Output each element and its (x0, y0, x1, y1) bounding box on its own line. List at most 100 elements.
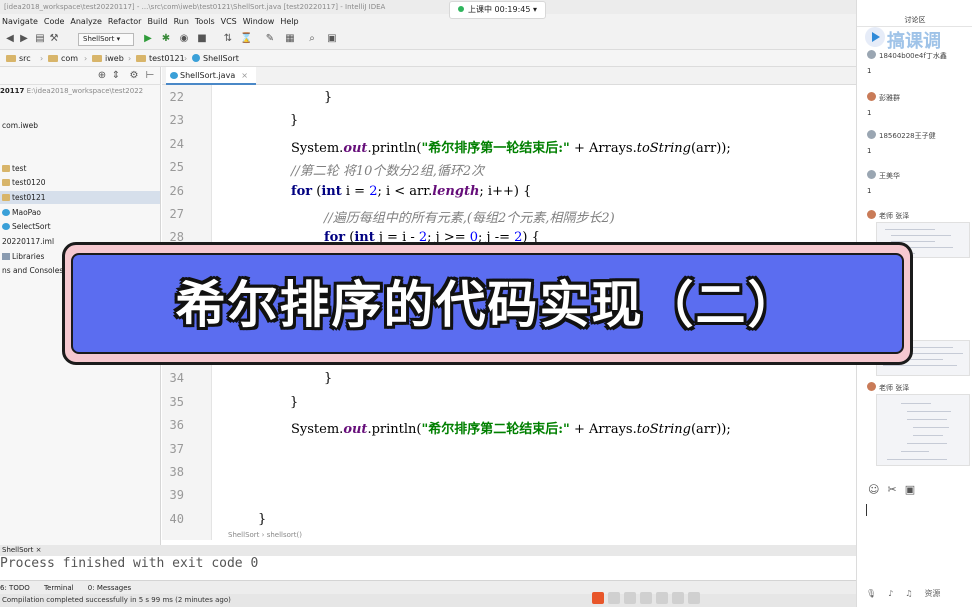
breadcrumb-iweb[interactable]: iweb (92, 50, 124, 67)
line-number: 34 (169, 371, 184, 385)
update-icon[interactable]: ⇅ (222, 33, 234, 45)
forward-icon[interactable]: ▶ (18, 33, 30, 45)
structure-icon[interactable]: ▤ (34, 33, 46, 45)
back-icon[interactable]: ◀ (4, 33, 16, 45)
menu-window[interactable]: Window (240, 14, 278, 30)
menu-tools[interactable]: Tools (192, 14, 218, 30)
line-number: 37 (169, 442, 184, 456)
debug-icon[interactable]: ✱ (160, 33, 172, 45)
editor-crumb-method[interactable]: shellsort() (267, 531, 302, 539)
image-icon[interactable]: ▣ (905, 483, 915, 496)
tasks-icon[interactable]: ▣ (326, 33, 338, 45)
main-toolbar: ◀ ▶ ▤ ⚒ ShellSort ▾ ▶ ✱ ◉ ■ ⇅ ⌛ ✎ ▦ ⌕ ▣ (0, 30, 856, 50)
class-icon (2, 209, 10, 216)
scissors-icon[interactable]: ✂ (887, 483, 896, 496)
tool-window-bar: 6: TODO Terminal 0: Messages (0, 580, 856, 594)
build-hammer-icon[interactable]: ⚒ (48, 33, 60, 45)
stop-icon[interactable]: ■ (196, 33, 208, 45)
tree-item-test0121[interactable]: test0121 (0, 191, 160, 204)
tray-icon[interactable] (640, 592, 652, 604)
tool-tab-messages[interactable]: 0: Messages (88, 581, 131, 595)
tray-icon[interactable] (624, 592, 636, 604)
editor-crumb-class[interactable]: ShellSort (228, 531, 259, 539)
discussion-footer: 🎙 ♪ ♫ 资源 (866, 588, 952, 599)
discussion-header[interactable]: 讨论区 (857, 14, 972, 26)
project-root[interactable]: 20117 E:\idea2018_workspace\test2022 (0, 87, 143, 95)
search-icon[interactable]: ⌕ (306, 33, 318, 45)
tree-item-com-iweb[interactable]: com.iweb (0, 119, 160, 132)
breadcrumb-test0121[interactable]: test0121 (136, 50, 185, 67)
breadcrumb-separator: › (40, 54, 44, 63)
run-icon[interactable]: ▶ (142, 33, 154, 45)
tree-item-test0120[interactable]: test0120 (0, 176, 160, 189)
class-icon (192, 54, 200, 62)
chat-message: 18560228王子健 1 (867, 130, 936, 155)
editor-breadcrumb: ShellSort › shellsort() (228, 531, 302, 539)
collapse-icon[interactable]: ⇕ (110, 70, 122, 82)
menu-build[interactable]: Build (144, 14, 170, 30)
history-icon[interactable]: ⌛ (240, 33, 252, 45)
hide-icon[interactable]: ⊢ (144, 70, 156, 82)
package-icon (2, 194, 10, 201)
avatar (867, 382, 876, 391)
code-screenshot-thumbnail[interactable] (876, 394, 970, 466)
project-structure-icon[interactable]: ▦ (284, 33, 296, 45)
title-banner: 希尔排序的代码实现（二） (62, 242, 913, 365)
chat-message: 18404b00e4f丁水鑫 1 (867, 50, 947, 75)
project-panel-header: ⊕ ⇕ ⚙ ⊢ (0, 67, 161, 85)
menu-code[interactable]: Code (41, 14, 67, 30)
code-line-26: for (int i = 2; i < arr.length; i++) { (291, 184, 532, 199)
breadcrumb-com[interactable]: com (48, 50, 78, 67)
emoji-icon[interactable]: ☺ (868, 483, 879, 496)
chat-input-caret[interactable] (866, 504, 867, 516)
breadcrumb-shellsort[interactable]: ShellSort (192, 50, 239, 67)
resources-link[interactable]: 资源 (924, 589, 940, 598)
close-icon[interactable]: × (241, 71, 248, 80)
tool-tab-terminal[interactable]: Terminal (44, 581, 74, 595)
line-number: 25 (169, 160, 184, 174)
input-method-icon[interactable] (592, 592, 604, 604)
line-number: 39 (169, 488, 184, 502)
run-tab-shellsort[interactable]: ShellSort (2, 546, 33, 554)
tree-item-maopao[interactable]: MaoPao (0, 206, 160, 219)
menu-refactor[interactable]: Refactor (105, 14, 145, 30)
avatar (867, 130, 876, 139)
tree-item-test[interactable]: test (0, 162, 160, 175)
menu-bar: Navigate Code Analyze Refactor Build Run Tools… (0, 14, 856, 30)
tray-icon[interactable] (672, 592, 684, 604)
locate-icon[interactable]: ⊕ (96, 70, 108, 82)
music-icon[interactable]: ♫ (905, 589, 912, 598)
code-line-25: //第二轮 将10个数分2组,循环2次 (291, 164, 485, 179)
code-line-27: //遍历每组中的所有元素,(每组2个元素,相隔步长2) (324, 211, 615, 226)
code-line-22: } (324, 90, 333, 105)
breadcrumb-separator: › (184, 54, 188, 63)
line-number: 27 (169, 207, 184, 221)
menu-help[interactable]: Help (277, 14, 301, 30)
console-output: Process finished with exit code 0 (0, 556, 259, 571)
folder-icon (92, 55, 102, 62)
menu-vcs[interactable]: VCS (218, 14, 240, 30)
tray-icon[interactable] (688, 592, 700, 604)
settings-wrench-icon[interactable]: ✎ (264, 33, 276, 45)
tray-icon[interactable] (608, 592, 620, 604)
menu-analyze[interactable]: Analyze (67, 14, 105, 30)
gear-icon[interactable]: ⚙ (128, 70, 140, 82)
speaker-icon[interactable]: ♪ (888, 589, 893, 598)
chat-message: 王美华 1 (867, 170, 900, 195)
line-number: 40 (169, 512, 184, 526)
line-number: 24 (169, 137, 184, 151)
breadcrumb-separator: › (84, 54, 88, 63)
breadcrumb-src[interactable]: src (6, 50, 31, 67)
menu-run[interactable]: Run (171, 14, 192, 30)
microphone-icon[interactable]: 🎙 (866, 589, 876, 598)
run-config-select[interactable]: ShellSort ▾ (78, 33, 134, 46)
tray-icon[interactable] (656, 592, 668, 604)
coverage-icon[interactable]: ◉ (178, 33, 190, 45)
platform-logo-icon (865, 27, 885, 47)
tree-item-selectsort[interactable]: SelectSort (0, 220, 160, 233)
menu-navigate[interactable]: Navigate (0, 14, 41, 30)
tab-shellsort-java[interactable]: ShellSort.java × (166, 67, 256, 85)
class-timer[interactable]: 上课中 00:19:45 ▾ (449, 1, 546, 19)
tool-tab-todo[interactable]: 6: TODO (0, 581, 30, 595)
class-icon (2, 223, 10, 230)
